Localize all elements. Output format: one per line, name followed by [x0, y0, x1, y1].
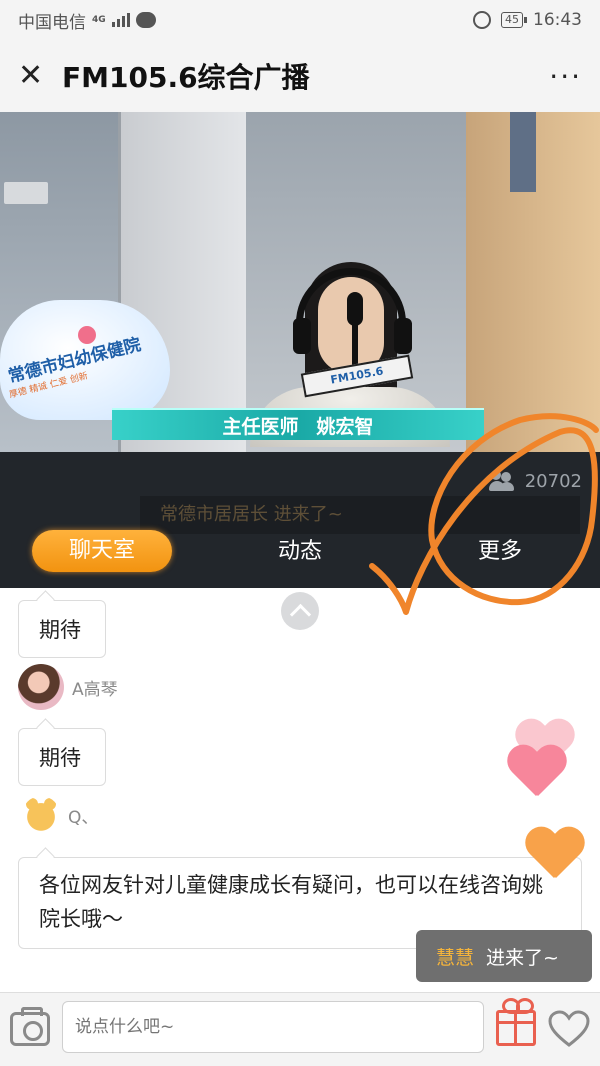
camera-icon[interactable] — [10, 1007, 50, 1046]
collapse-up-button[interactable] — [281, 592, 319, 630]
status-left: 中国电信 4G — [18, 8, 156, 33]
chat-username: Q、 — [68, 807, 99, 828]
viewer-count-value: 20702 — [524, 470, 582, 492]
toast-username: 慧慧 — [436, 946, 475, 969]
chat-user: A高琴 — [18, 664, 118, 710]
avatar[interactable] — [22, 796, 60, 834]
message-input[interactable] — [62, 1001, 484, 1053]
headphone-cup-left — [293, 318, 311, 354]
caption-name: 姚宏智 — [316, 415, 374, 438]
viewers-icon — [488, 470, 515, 492]
viewer-count: 20702 — [488, 470, 582, 492]
tab-more[interactable]: 更多 — [450, 536, 550, 568]
join-toast: 慧慧 进来了~ — [416, 930, 592, 982]
host-caption: 主任医师 姚宏智 — [112, 408, 484, 440]
alarm-icon — [473, 11, 491, 29]
chat-bubble: 期待 — [18, 728, 106, 786]
chat-bubble: 期待 — [18, 600, 106, 658]
signal-icon — [111, 13, 130, 27]
more-dots-icon[interactable]: ··· — [549, 60, 582, 93]
floating-hearts — [500, 720, 600, 910]
tab-chatroom[interactable]: 聊天室 — [32, 530, 172, 572]
chat-username: A高琴 — [72, 679, 118, 700]
heart-icon — [506, 746, 566, 800]
video-wood-panel — [466, 112, 600, 452]
carrier-label: 中国电信 — [18, 12, 86, 33]
gift-icon[interactable] — [496, 1010, 536, 1046]
heart-icon — [524, 828, 584, 882]
chat-user: Q、 — [18, 796, 98, 834]
clock-time: 16:43 — [533, 10, 582, 30]
status-bar: 中国电信 4G 45 16:43 — [0, 0, 600, 40]
like-heart-icon[interactable] — [548, 1010, 590, 1048]
network-type: 4G — [92, 14, 106, 25]
close-icon[interactable]: ✕ — [18, 61, 52, 91]
video-ac-unit — [4, 182, 48, 204]
tab-updates[interactable]: 动态 — [250, 536, 350, 568]
title-bar: ✕ FM105.6综合广播 ··· — [0, 40, 600, 112]
page-title: FM105.6综合广播 — [62, 61, 310, 94]
tab-bar: 聊天室 动态 更多 — [0, 528, 600, 578]
caption-role: 主任医师 — [222, 415, 299, 438]
status-right: 45 16:43 — [473, 10, 582, 30]
headphone-cup-right — [394, 318, 412, 354]
toast-message: 进来了~ — [486, 946, 559, 969]
battery-icon: 45 — [501, 12, 527, 28]
wechat-icon — [135, 12, 156, 28]
avatar[interactable] — [18, 664, 64, 710]
